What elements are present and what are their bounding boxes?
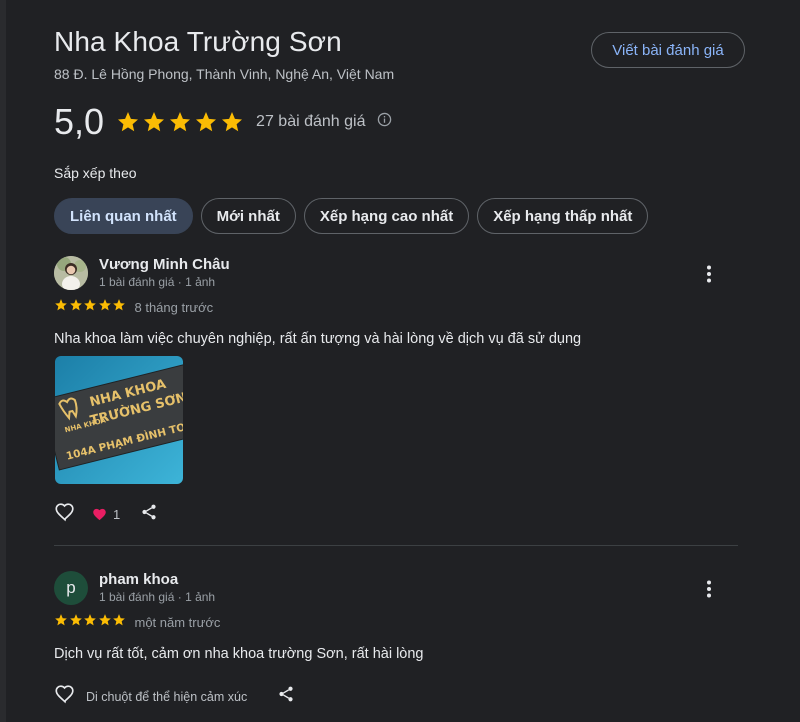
review-item: Vương Minh Châu 1 bài đánh giá · 1 ảnh 8… (54, 256, 738, 536)
star-icon (98, 298, 113, 317)
heart-outline-icon[interactable] (54, 501, 76, 528)
share-icon[interactable] (140, 503, 158, 526)
review-item: p pham khoa 1 bài đánh giá · 1 ảnh một n… (54, 571, 738, 711)
star-icon (54, 298, 69, 317)
info-icon[interactable] (377, 112, 392, 132)
avatar[interactable]: p (54, 571, 88, 605)
reviews-panel: Nha Khoa Trường Sơn 88 Đ. Lê Hồng Phong,… (6, 0, 786, 722)
reviewer-name[interactable]: pham khoa (99, 571, 178, 588)
place-title: Nha Khoa Trường Sơn (54, 26, 342, 57)
more-options-icon[interactable] (702, 264, 716, 284)
star-icon (170, 112, 191, 132)
star-icon (98, 613, 113, 632)
review-actions: 1 (54, 501, 158, 528)
heart-filled-icon (93, 508, 106, 521)
avatar[interactable] (54, 256, 88, 290)
reviewer-meta: 1 bài đánh giá · 1 ảnh (99, 275, 216, 289)
star-icon (144, 112, 165, 132)
star-icon (196, 112, 217, 132)
star-icon (69, 298, 84, 317)
star-icon (54, 613, 69, 632)
review-divider (54, 545, 738, 546)
rating-summary: 5,0 27 bài đánh giá (54, 100, 392, 144)
reaction-hint: Di chuột để thể hiện cảm xúc (86, 689, 248, 704)
more-options-icon[interactable] (702, 579, 716, 599)
review-time: một năm trước (134, 615, 221, 630)
star-icon (69, 613, 84, 632)
sort-chip-relevant[interactable]: Liên quan nhất (54, 198, 193, 234)
star-icon (222, 112, 243, 132)
sort-chips: Liên quan nhất Mới nhất Xếp hạng cao nhấ… (54, 198, 649, 234)
heart-outline-icon[interactable] (54, 683, 76, 710)
review-stars: 8 tháng trước (54, 298, 213, 317)
review-text: Nha khoa làm việc chuyên nghiệp, rất ấn … (54, 331, 582, 347)
average-score: 5,0 (54, 101, 105, 142)
sort-label: Sắp xếp theo (54, 165, 137, 181)
star-icon (118, 112, 139, 132)
review-stars: một năm trước (54, 613, 220, 632)
review-photo[interactable]: NHA KHOA NHA KHOA TRƯỜNG SƠN 104A PHẠM Đ… (55, 356, 183, 484)
write-review-button[interactable]: Viết bài đánh giá (591, 32, 745, 68)
reviewer-name[interactable]: Vương Minh Châu (99, 256, 230, 273)
star-icon (83, 613, 98, 632)
review-time: 8 tháng trước (134, 300, 214, 315)
summary-stars (116, 110, 244, 134)
reaction-count: 1 (92, 507, 120, 522)
review-count: 27 bài đánh giá (256, 113, 366, 130)
avatar-photo (54, 256, 88, 290)
review-actions: Di chuột để thể hiện cảm xúc (54, 683, 295, 710)
share-icon[interactable] (277, 685, 295, 708)
review-text: Dịch vụ rất tốt, cảm ơn nha khoa trường … (54, 646, 424, 662)
sort-chip-lowest[interactable]: Xếp hạng thấp nhất (477, 198, 649, 234)
star-icon (112, 613, 127, 632)
star-icon (83, 298, 98, 317)
reviewer-meta: 1 bài đánh giá · 1 ảnh (99, 590, 216, 604)
sort-chip-newest[interactable]: Mới nhất (200, 198, 296, 234)
reaction-number: 1 (113, 507, 121, 522)
scrollbar[interactable] (786, 0, 800, 722)
star-icon (112, 298, 127, 317)
place-address: 88 Đ. Lê Hồng Phong, Thành Vinh, Nghệ An… (54, 66, 395, 82)
sort-chip-highest[interactable]: Xếp hạng cao nhất (303, 198, 470, 234)
